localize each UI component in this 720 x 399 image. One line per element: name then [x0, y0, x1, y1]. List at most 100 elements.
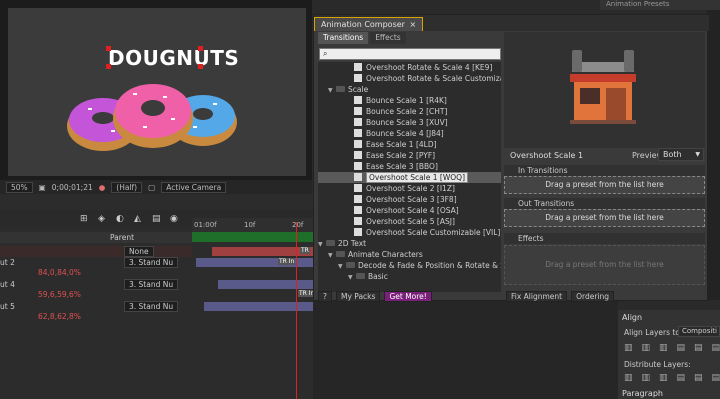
scale-property-value[interactable]: 62,8,62,8% — [38, 312, 81, 321]
timeline-ruler[interactable]: 01:00f 10f 20f — [192, 218, 313, 232]
in-transitions-section[interactable]: In Transitions — [504, 165, 705, 176]
tree-item[interactable]: Bounce Scale 2 [CHT] — [318, 106, 501, 117]
fix-alignment-button[interactable]: Fix Alignment — [506, 291, 568, 302]
tree-item[interactable]: Ease Scale 3 [BBO] — [318, 161, 501, 172]
out-transitions-dropzone[interactable]: Drag a preset from the list here — [504, 209, 705, 227]
preset-icon — [354, 107, 362, 115]
tree-folder[interactable]: ▼ Decode & Fade & Position & Rotate & Sc — [318, 260, 501, 271]
ordering-button[interactable]: Ordering — [571, 291, 615, 302]
scale-property-value[interactable]: 59,6,59,6% — [38, 290, 81, 299]
tab-effects[interactable]: Effects — [370, 32, 406, 44]
parent-dropdown[interactable]: 3. Stand Nu — [124, 257, 179, 268]
camera-dropdown[interactable]: Active Camera — [161, 181, 227, 193]
tree-item[interactable]: Ease Scale 1 [4LD] — [318, 139, 501, 150]
parent-dropdown[interactable]: 3. Stand Nu — [124, 301, 179, 312]
composition-canvas[interactable]: DOUGNUTS — [8, 8, 306, 176]
tree-item[interactable]: Bounce Scale 4 [J84] — [318, 128, 501, 139]
align-target-dropdown[interactable]: Compositi — [678, 326, 720, 337]
paragraph-tab[interactable]: Paragraph — [622, 389, 663, 398]
solo-icon[interactable]: ⊞ — [80, 214, 88, 224]
parent-dropdown[interactable]: 3. Stand Nu — [124, 279, 179, 290]
out-transitions-section[interactable]: Out Transitions — [504, 198, 705, 209]
tree-folder[interactable]: ▼ Basic — [318, 271, 501, 282]
folder-icon — [336, 251, 345, 257]
tr-marker-label[interactable]: TR — [300, 247, 310, 254]
frame-blending-icon[interactable]: ▤ — [152, 214, 161, 224]
preset-icon — [354, 96, 362, 104]
align-tab[interactable]: Align — [622, 313, 642, 322]
preset-icon — [354, 63, 362, 71]
ruler-label: 20f — [292, 221, 304, 229]
scale-property-value[interactable]: 84,0,84,0% — [38, 268, 81, 277]
selection-handle[interactable] — [198, 64, 203, 69]
close-icon[interactable]: × — [410, 20, 417, 29]
graph-editor-icon[interactable]: ◭ — [134, 214, 141, 224]
parent-dropdown[interactable]: None — [124, 246, 154, 257]
color-channels-icon[interactable]: ● — [99, 183, 106, 192]
distribute-buttons-icon[interactable]: ▥▥▥▤▤▤ — [624, 373, 720, 383]
effects-section[interactable]: Effects — [504, 233, 705, 244]
zoom-dropdown[interactable]: 50% — [6, 181, 33, 193]
tree-item[interactable]: Bounce Scale 3 [XUV] — [318, 117, 501, 128]
lower-panel-area — [313, 301, 618, 399]
animation-presets-header[interactable]: Animation Presets — [600, 0, 720, 10]
align-buttons-icon[interactable]: ▥▥▥▤▤▤ — [624, 343, 720, 353]
effects-dropzone[interactable]: Drag a preset from the list here — [504, 245, 705, 285]
layer-row[interactable]: ut 4 3. Stand Nu — [0, 279, 192, 290]
tree-item[interactable]: Bounce Scale 1 [R4K] — [318, 95, 501, 106]
tab-transitions[interactable]: Transitions — [318, 32, 369, 44]
preset-icon — [354, 140, 362, 148]
preset-icon — [354, 173, 362, 181]
animation-composer-title: Animation Composer — [321, 20, 405, 29]
tree-item[interactable]: Overshoot Scale 2 [I1Z] — [318, 183, 501, 194]
work-area-bar[interactable] — [192, 232, 313, 242]
in-transitions-dropzone[interactable]: Drag a preset from the list here — [504, 176, 705, 194]
snapshot-icon[interactable]: ▣ — [39, 183, 46, 192]
tree-item[interactable]: Overshoot Scale 3 [3F8] — [318, 194, 501, 205]
folder-icon — [326, 240, 335, 246]
tree-item[interactable]: Overshoot Rotate & Scale 4 [KE9] — [318, 62, 501, 73]
resolution-dropdown[interactable]: (Half) — [111, 181, 143, 193]
tree-folder[interactable]: ▼ 2D Text — [318, 238, 501, 249]
layer-row[interactable]: ut 5 3. Stand Nu — [0, 301, 192, 312]
selection-handle[interactable] — [106, 64, 111, 69]
expand-triangle-icon[interactable]: ▼ — [348, 272, 356, 283]
tr-in-marker-label[interactable]: TR In — [278, 258, 296, 265]
tree-item[interactable]: Overshoot Scale 5 [ASJ] — [318, 216, 501, 227]
selection-handle[interactable] — [198, 46, 203, 51]
shy-icon[interactable]: ◉ — [170, 214, 178, 224]
shop-preview-icon — [570, 50, 636, 124]
get-more-button[interactable]: Get More! — [384, 291, 432, 302]
selection-handle[interactable] — [106, 46, 111, 51]
preset-icon — [354, 118, 362, 126]
layer-duration-bar[interactable] — [212, 247, 313, 256]
layer-row[interactable]: ut 2 3. Stand Nu — [0, 257, 192, 268]
tree-item[interactable]: Overshoot Scale Customizable [VIL] — [318, 227, 501, 238]
tree-item[interactable]: Overshoot Rotate & Scale Customizable — [318, 73, 501, 84]
tree-item[interactable]: Ease Scale 2 [PYF] — [318, 150, 501, 161]
folder-icon — [336, 86, 345, 92]
preset-icon — [354, 195, 362, 203]
preset-tree[interactable]: Overshoot Rotate & Scale 4 [KE9] Oversho… — [318, 62, 501, 292]
tree-item[interactable]: Overshoot Scale 4 [OSA] — [318, 205, 501, 216]
composition-viewer[interactable]: DOUGNUTS — [0, 0, 312, 180]
preview-mode-dropdown[interactable]: Both ▼ — [658, 148, 704, 161]
timecode-display[interactable]: 0;00;01;21 — [52, 183, 93, 192]
layer-row[interactable]: None — [0, 246, 192, 257]
draft-3d-icon[interactable]: ◈ — [98, 214, 105, 224]
layer-duration-bar[interactable] — [218, 280, 313, 289]
preset-icon — [354, 129, 362, 137]
search-input[interactable]: ⌕ — [319, 48, 501, 60]
animation-composer-tab[interactable]: Animation Composer × — [314, 17, 424, 31]
help-button[interactable]: ? — [318, 291, 332, 302]
playhead[interactable] — [296, 222, 297, 399]
tree-folder[interactable]: ▼ Animate Characters — [318, 249, 501, 260]
tree-item-selected[interactable]: Overshoot Scale 1 [WOQ] — [318, 172, 501, 183]
preset-icon — [354, 74, 362, 82]
preset-icon — [354, 184, 362, 192]
tree-folder[interactable]: ▼ Scale — [318, 84, 501, 95]
composition-title-text[interactable]: DOUGNUTS — [108, 46, 239, 70]
motion-blur-icon[interactable]: ◐ — [116, 214, 124, 224]
my-packs-button[interactable]: My Packs — [335, 291, 381, 302]
region-icon[interactable]: ▢ — [148, 183, 155, 192]
